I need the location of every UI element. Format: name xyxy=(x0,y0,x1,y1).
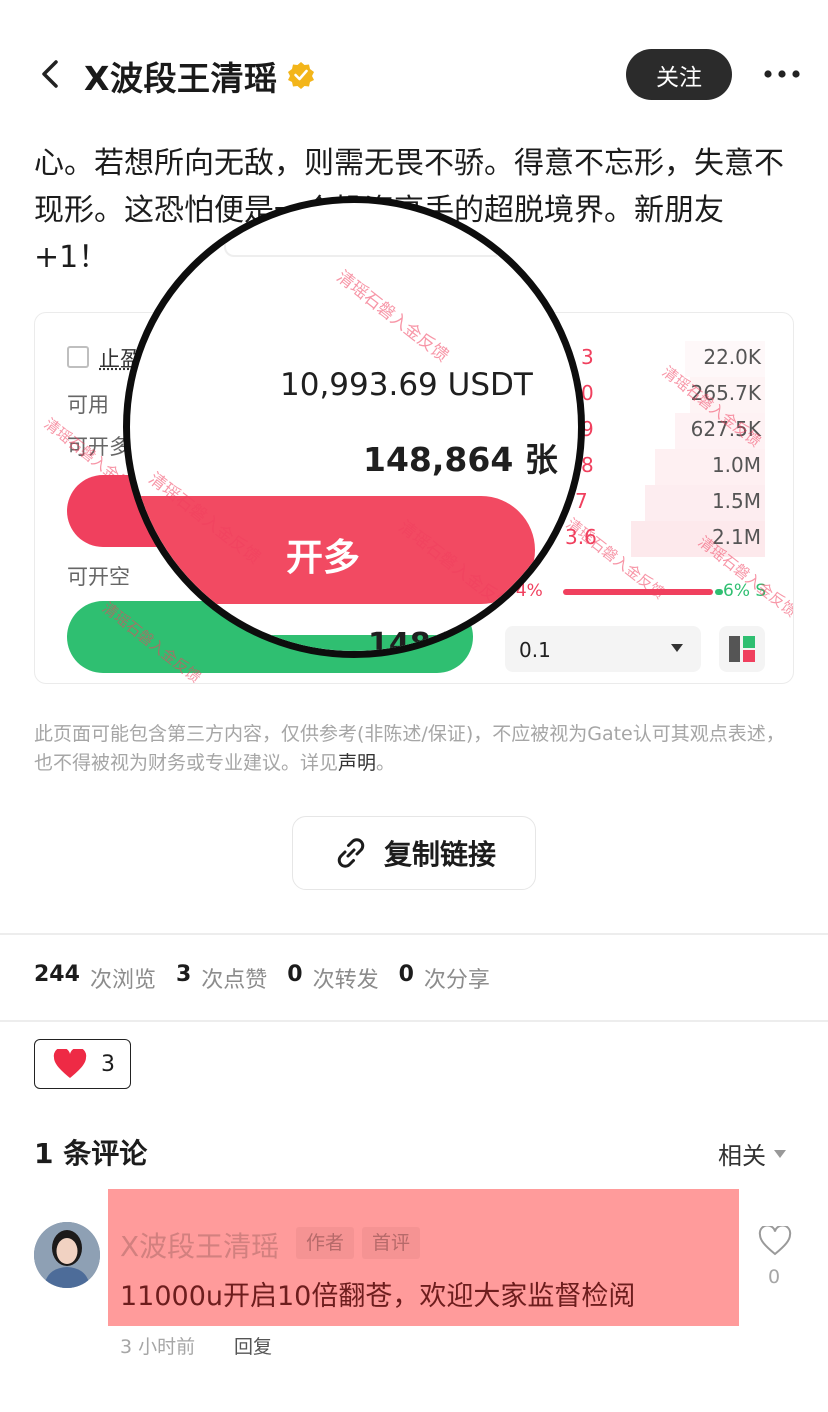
chevron-down-icon xyxy=(671,644,683,652)
top-bar: X波段王清瑶 关注 xyxy=(0,0,828,150)
first-comment-tag: 首评 xyxy=(362,1227,421,1259)
comment-body: 11000u开启10倍翻苍，欢迎大家监督检阅 xyxy=(120,1281,636,1312)
volume-value: 1.5M xyxy=(711,489,761,513)
disclaimer: 此页面可能包含第三方内容，仅供参考(非陈述/保证)，不应被视为Gate认可其观点… xyxy=(34,720,796,778)
comment-like-count: 0 xyxy=(768,1266,781,1288)
avatar-image xyxy=(34,1222,100,1288)
link-icon xyxy=(337,838,365,868)
likes-label: 次点赞 xyxy=(201,968,268,993)
magnifier-zoom: 10,993.69 USDT 148,864 张 开多 148,7 清瑶石磐入金… xyxy=(123,196,585,658)
disclaimer-text: 此页面可能包含第三方内容，仅供参考(非陈述/保证)，不应被视为Gate认可其观点… xyxy=(34,723,785,774)
open-long-label: 开多 xyxy=(286,536,360,579)
watermark: 清瑶石磐入金反馈 xyxy=(332,266,453,367)
statement-link[interactable]: 声明 xyxy=(338,752,376,774)
reply-button[interactable]: 回复 xyxy=(234,1332,272,1359)
views-label: 次浏览 xyxy=(89,968,156,993)
precision-value: 0.1 xyxy=(519,638,551,662)
layout-icon xyxy=(729,636,755,662)
price-fragment: 7 xyxy=(575,489,588,513)
disclaimer-end: 。 xyxy=(376,752,396,774)
available-label: 可用 xyxy=(67,393,109,417)
likes-count: 3 xyxy=(175,962,192,987)
available-amount: 10,993.69 USDT xyxy=(280,367,533,403)
author-name[interactable]: X波段王清瑶 xyxy=(84,52,277,100)
short-ratio-bar xyxy=(715,589,723,595)
volume-value: 22.0K xyxy=(703,345,761,369)
heart-icon xyxy=(53,1049,87,1078)
divider xyxy=(0,1020,828,1022)
divider xyxy=(0,933,828,935)
copy-link-label: 复制链接 xyxy=(383,838,496,871)
shares-label: 次分享 xyxy=(423,968,490,993)
contracts-amount: 148,864 张 xyxy=(363,440,558,479)
take-profit-checkbox xyxy=(67,346,89,368)
shares-count: 0 xyxy=(398,962,414,987)
precision-select[interactable]: 0.1 xyxy=(505,626,701,672)
more-dots-icon[interactable] xyxy=(762,64,802,84)
reposts-label: 次转发 xyxy=(312,968,379,993)
avatar[interactable] xyxy=(34,1222,100,1288)
sort-label: 相关 xyxy=(718,1142,766,1170)
comment-time: 3 小时前 xyxy=(120,1336,196,1358)
long-ratio-bar xyxy=(563,589,713,595)
verified-badge-icon xyxy=(288,62,314,89)
can-open-short-label: 可开空 xyxy=(67,565,130,589)
comment-author[interactable]: X波段王清瑶 xyxy=(120,1225,279,1265)
price-fragment: 3 xyxy=(581,345,594,369)
copy-link-button[interactable]: 复制链接 xyxy=(292,816,536,890)
zoom-top-edge xyxy=(224,243,504,257)
post-stats: 244 次浏览 3 次点赞 0 次转发 0 次分享 xyxy=(34,962,510,994)
comments-title: 1 条评论 xyxy=(34,1137,148,1170)
comment-sort-dropdown[interactable]: 相关 xyxy=(718,1136,786,1171)
chevron-down-icon xyxy=(774,1149,786,1158)
like-button[interactable]: 3 xyxy=(34,1039,131,1089)
author-tag: 作者 xyxy=(296,1227,355,1259)
reposts-count: 0 xyxy=(287,962,303,987)
heart-outline-icon[interactable] xyxy=(758,1226,792,1256)
follow-button[interactable]: 关注 xyxy=(626,49,732,100)
volume-value: 1.0M xyxy=(711,453,761,477)
back-arrow-icon[interactable] xyxy=(34,56,68,92)
like-count: 3 xyxy=(101,1051,115,1077)
views-count: 244 xyxy=(34,962,80,987)
layout-toggle[interactable] xyxy=(719,626,765,672)
